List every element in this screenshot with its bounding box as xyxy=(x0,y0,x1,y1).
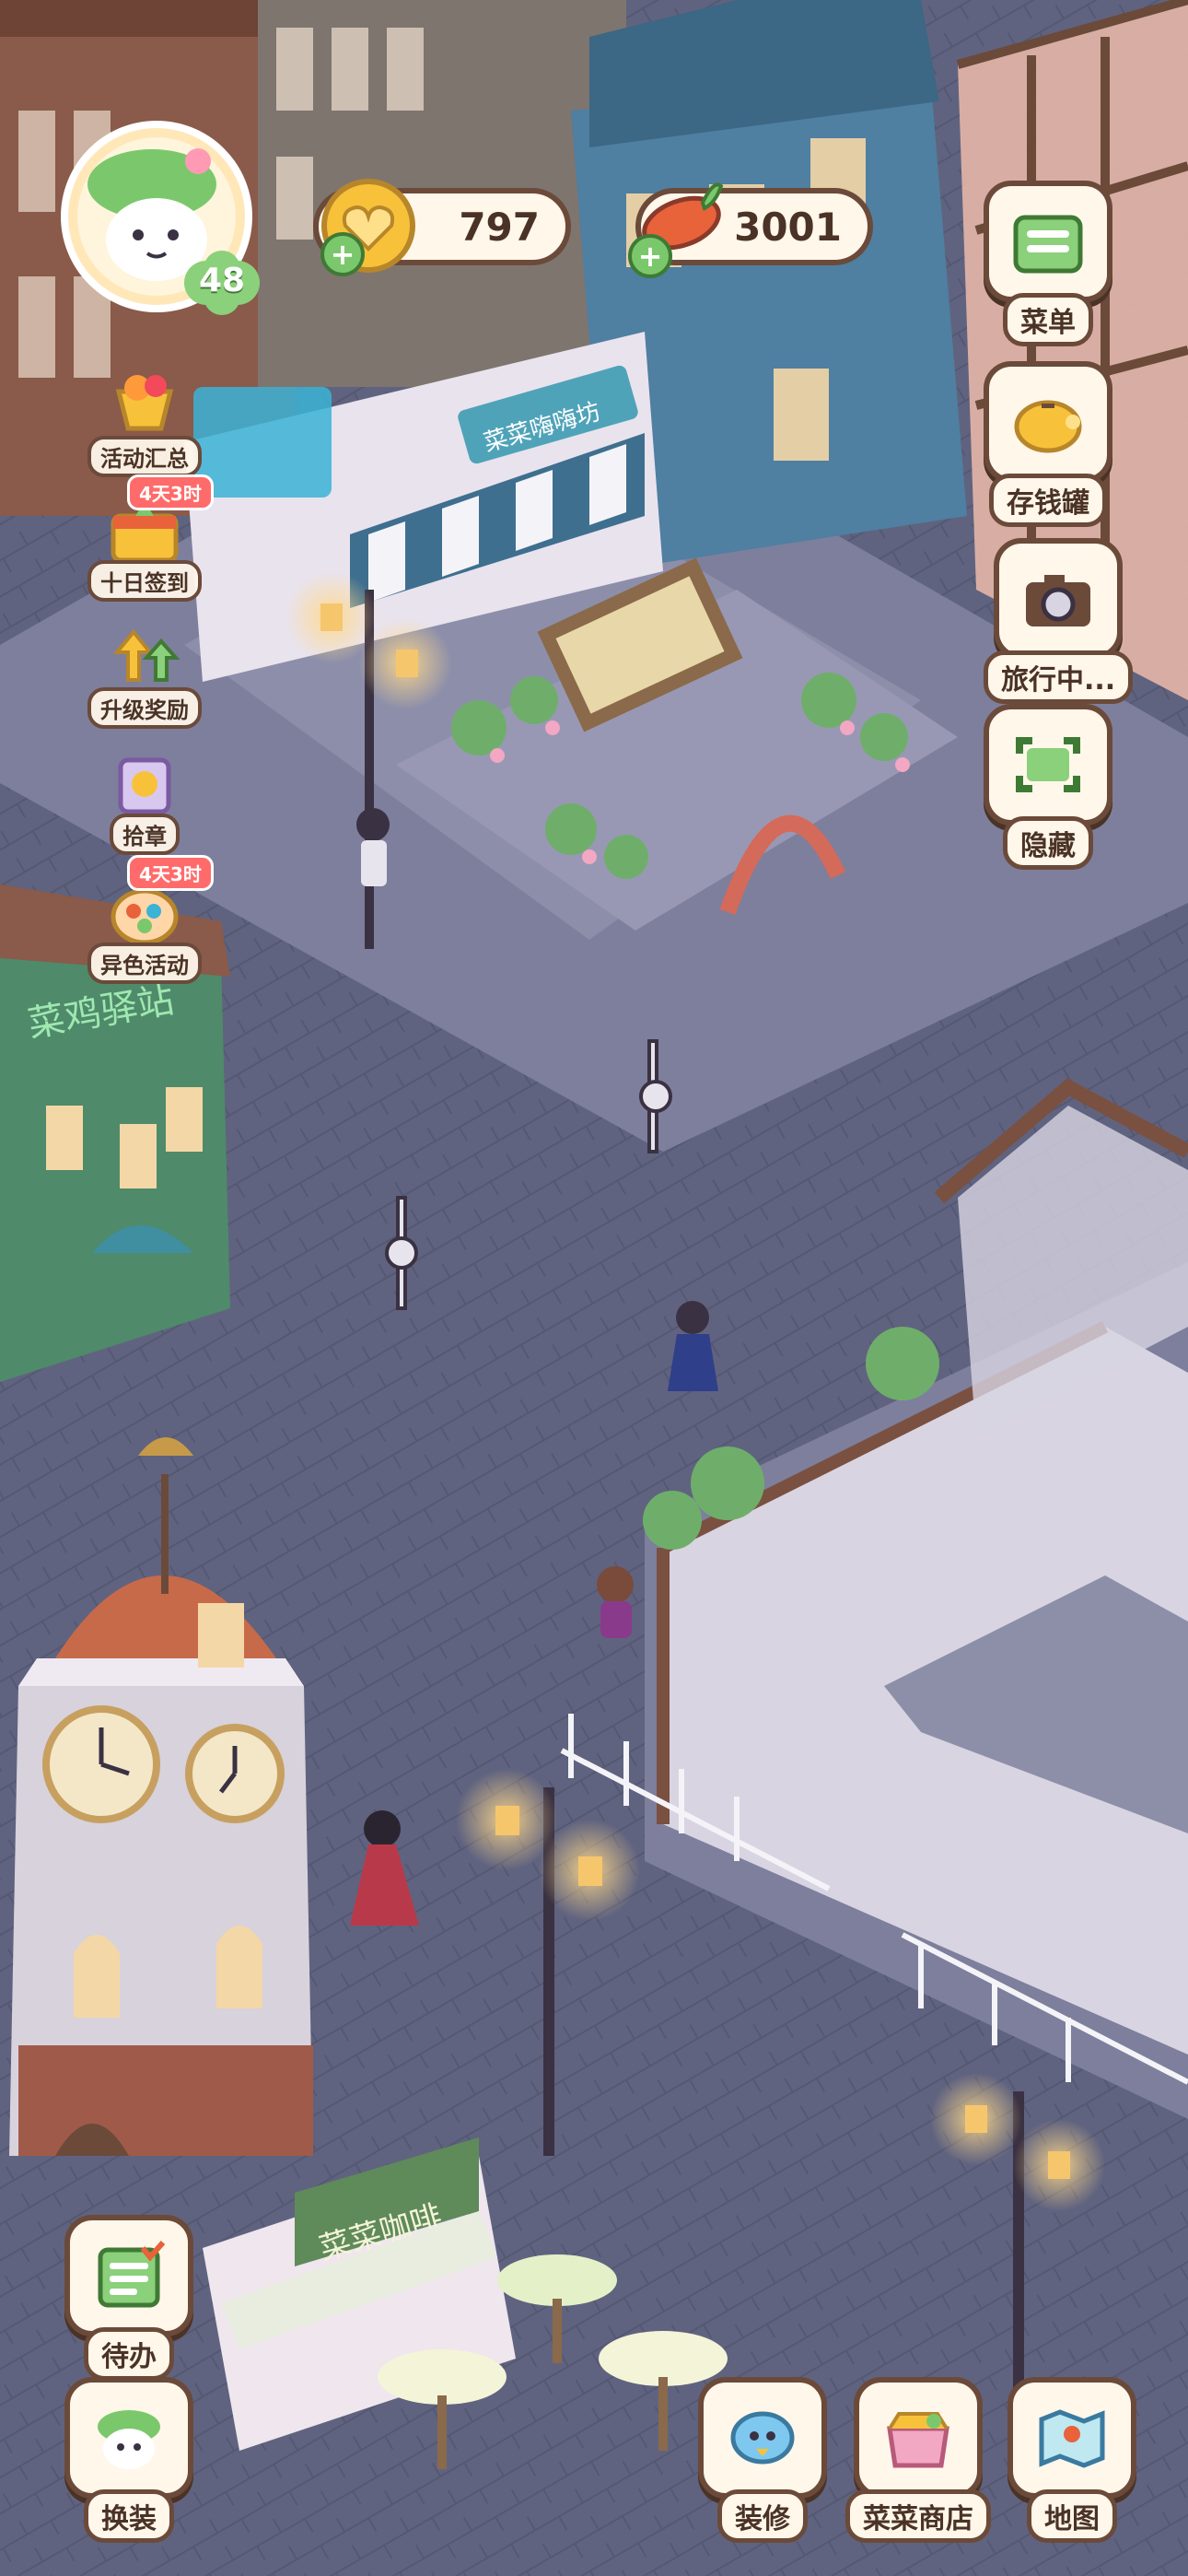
todo-label: 待办 xyxy=(84,2327,174,2381)
event-stamp-label: 拾章 xyxy=(110,814,180,855)
level-text: 48 xyxy=(198,262,246,299)
event-stamp[interactable]: 拾章 xyxy=(66,742,223,855)
veggies-value: 3001 xyxy=(734,204,842,250)
event-summary[interactable]: 活动汇总 xyxy=(66,364,223,477)
decorate-icon xyxy=(698,2377,827,2499)
map-button[interactable]: 地图 xyxy=(1007,2377,1136,2543)
event-levelup-label: 升级奖励 xyxy=(87,687,202,729)
checkin-timer-badge: 4天3时 xyxy=(127,474,214,510)
level-badge: 48 xyxy=(181,251,263,315)
todo-button[interactable]: 待办 xyxy=(64,2215,193,2381)
piggy-bank-button[interactable]: 存钱罐 xyxy=(984,361,1112,527)
map-label: 地图 xyxy=(1027,2489,1117,2543)
menu-button-label: 菜单 xyxy=(1003,293,1093,346)
decorate-button[interactable]: 装修 xyxy=(698,2377,827,2543)
outfit-icon xyxy=(64,2377,193,2499)
menu-button[interactable]: 菜单 xyxy=(984,181,1112,346)
hide-frame-icon xyxy=(984,704,1112,825)
todo-list-icon xyxy=(64,2215,193,2336)
travel-label: 旅行中... xyxy=(984,650,1134,704)
level-up-arrows-icon xyxy=(100,615,189,698)
shop-icon xyxy=(854,2377,983,2499)
add-veggies-button[interactable]: + xyxy=(628,234,672,278)
hide-label: 隐藏 xyxy=(1003,816,1093,870)
add-coins-button[interactable]: + xyxy=(320,232,365,276)
event-checkin-label: 十日签到 xyxy=(87,560,202,602)
event-summary-label: 活动汇总 xyxy=(87,436,202,477)
hide-button[interactable]: 隐藏 xyxy=(984,704,1112,870)
map-icon xyxy=(1007,2377,1136,2499)
outfit-button[interactable]: 换装 xyxy=(64,2377,193,2543)
shop-button[interactable]: 菜菜商店 xyxy=(845,2377,991,2543)
coins-value: 797 xyxy=(459,204,540,250)
menu-box-icon xyxy=(984,181,1112,302)
piggy-bank-label: 存钱罐 xyxy=(989,474,1107,527)
shop-label: 菜菜商店 xyxy=(845,2489,991,2543)
event-color-label: 异色活动 xyxy=(87,943,202,984)
camera-icon xyxy=(994,538,1124,660)
trophy-fruit-icon xyxy=(100,364,189,447)
stamp-gift-icon xyxy=(100,742,189,825)
color-event-timer-badge: 4天3时 xyxy=(127,855,214,891)
outfit-label: 换装 xyxy=(84,2489,174,2543)
decorate-label: 装修 xyxy=(717,2489,808,2543)
piggy-bank-icon xyxy=(984,361,1112,483)
character-left xyxy=(356,808,390,886)
travel-button[interactable]: 旅行中... xyxy=(984,538,1134,704)
event-levelup[interactable]: 升级奖励 xyxy=(66,615,223,729)
